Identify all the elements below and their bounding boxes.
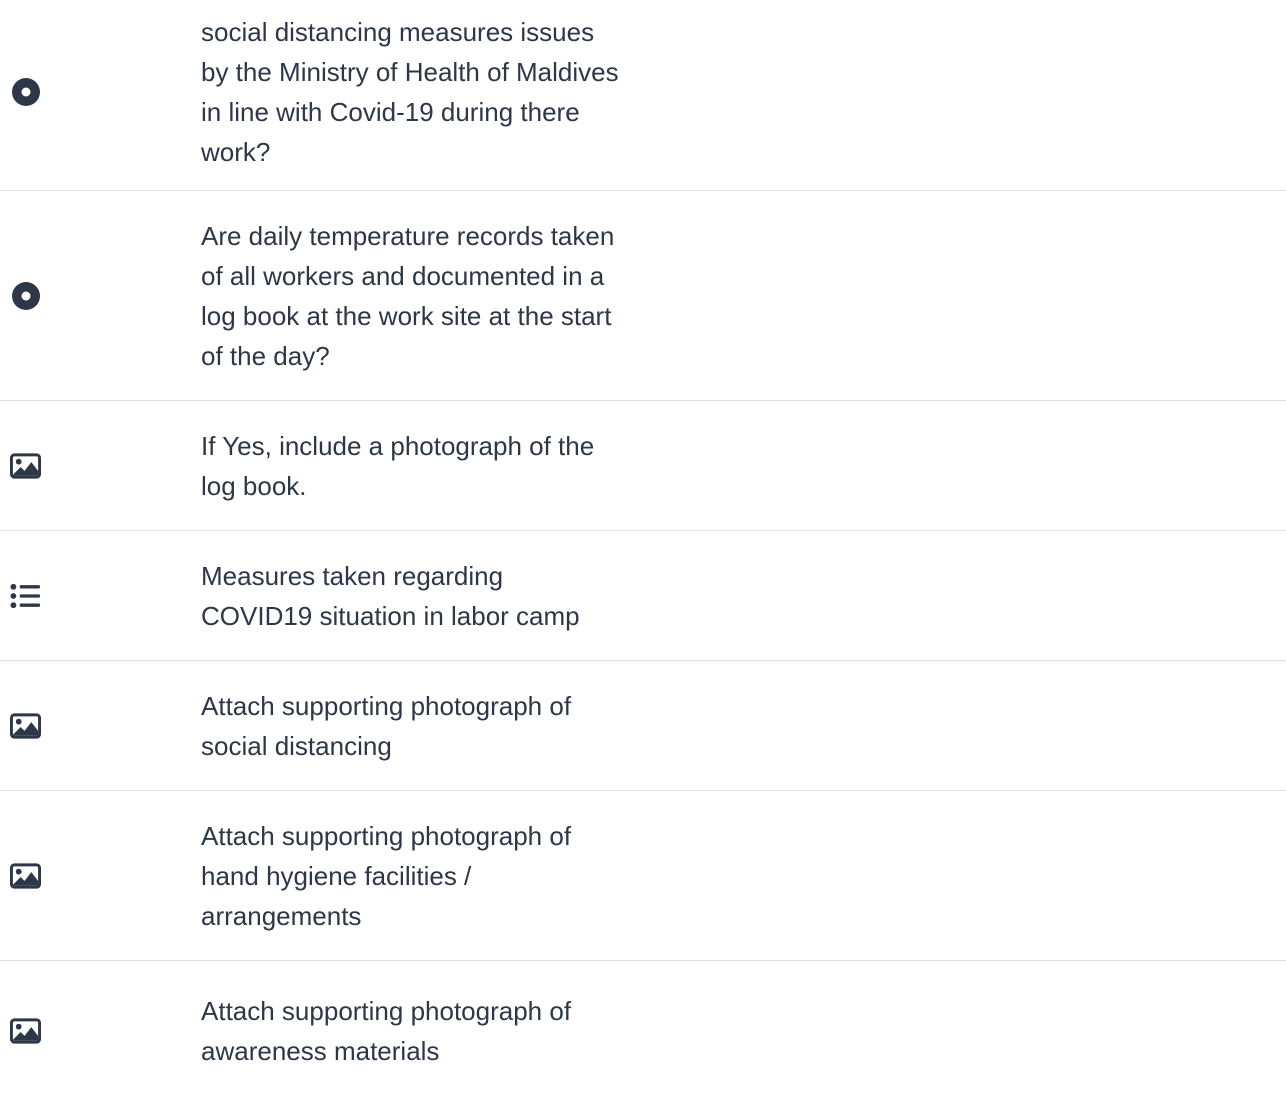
image-icon (10, 710, 41, 741)
question-label: Attach supporting photograph of hand hyg… (201, 820, 572, 931)
image-icon (10, 450, 41, 481)
question-list: social distancing measures issues by the… (0, 0, 1286, 1101)
question-type-cell (0, 280, 201, 311)
question-row[interactable]: social distancing measures issues by the… (0, 0, 1286, 191)
question-type-cell (0, 710, 201, 741)
question-row[interactable]: Are daily temperature records taken of a… (0, 191, 1286, 401)
image-icon (10, 1016, 41, 1047)
list-icon (10, 580, 41, 611)
question-label: Are daily temperature records taken of a… (201, 220, 615, 371)
question-row[interactable]: Attach supporting photograph of awarenes… (0, 961, 1286, 1101)
radio-icon (10, 77, 41, 108)
question-label: Attach supporting photograph of social d… (201, 690, 572, 761)
question-label: Attach supporting photograph of awarenes… (201, 996, 572, 1066)
question-row[interactable]: Attach supporting photograph of hand hyg… (0, 791, 1286, 961)
question-row[interactable]: Attach supporting photograph of social d… (0, 661, 1286, 791)
question-label: Measures taken regarding COVID19 situati… (201, 560, 580, 631)
image-icon (10, 860, 41, 891)
question-row[interactable]: Measures taken regarding COVID19 situati… (0, 531, 1286, 661)
question-type-cell (0, 450, 201, 481)
question-type-cell (0, 860, 201, 891)
question-label: If Yes, include a photograph of the log … (201, 430, 595, 501)
question-type-cell (0, 1016, 201, 1047)
question-row[interactable]: If Yes, include a photograph of the log … (0, 401, 1286, 531)
radio-icon (10, 280, 41, 311)
question-label: social distancing measures issues by the… (201, 17, 619, 167)
question-type-cell (0, 77, 201, 108)
question-type-cell (0, 580, 201, 611)
